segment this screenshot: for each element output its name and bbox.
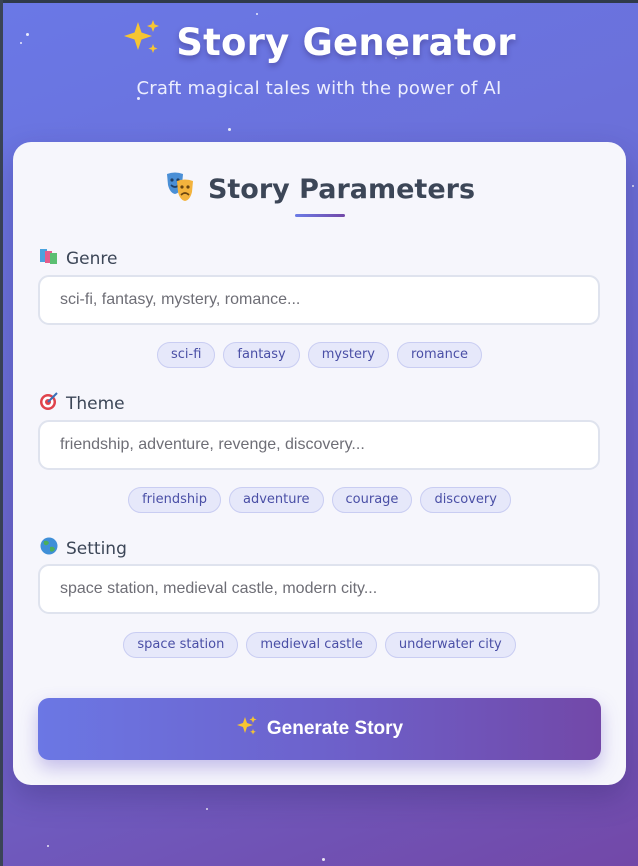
page-title-text: Story Generator [176,20,516,64]
setting-input[interactable] [38,564,600,614]
chip-romance[interactable]: romance [396,342,483,368]
card-title-text: Story Parameters [207,174,476,205]
chip-sci-fi[interactable]: sci-fi [156,342,216,368]
star [228,128,231,131]
chip-mystery[interactable]: mystery [307,342,389,368]
star [322,858,325,861]
generate-story-label: Generate Story [266,718,404,739]
chip-underwater-city[interactable]: underwater city [384,632,516,658]
sparkles-icon [122,18,162,67]
page-title: Story Generator [122,18,516,67]
page-subtitle: Craft magical tales with the power of AI [136,78,502,99]
chip-discovery[interactable]: discovery [420,487,511,513]
chip-medieval-castle[interactable]: medieval castle [246,632,377,658]
target-icon [39,391,59,416]
star [47,845,49,847]
setting-label-text: Setting [66,538,127,559]
page-header: Story Generator Craft magical tales with… [0,18,638,99]
books-icon [39,246,59,271]
setting-label: Setting [39,536,127,561]
globe-icon [39,536,59,561]
star [256,13,258,15]
genre-input[interactable] [38,275,600,325]
chip-fantasy[interactable]: fantasy [223,342,300,368]
setting-chips: space station medieval castle underwater… [13,632,626,658]
theme-label: Theme [39,391,125,416]
theme-label-text: Theme [66,393,125,414]
chip-courage[interactable]: courage [331,487,413,513]
theme-input[interactable] [38,420,600,470]
window-top-border [0,0,638,3]
genre-chips: sci-fi fantasy mystery romance [13,342,626,368]
star [632,185,634,187]
chip-adventure[interactable]: adventure [228,487,324,513]
theme-chips: friendship adventure courage discovery [13,487,626,513]
story-parameters-card: Story Parameters Genre sci-fi fantasy my… [13,142,626,785]
sparkles-icon [236,715,258,743]
card-title: Story Parameters [13,170,626,209]
star [206,808,208,810]
genre-label-text: Genre [66,248,118,269]
genre-label: Genre [39,246,117,271]
generate-story-button[interactable]: Generate Story [38,698,601,760]
theater-masks-icon [164,170,196,209]
title-underline [295,214,345,217]
window-left-border [0,0,3,866]
chip-space-station[interactable]: space station [123,632,239,658]
chip-friendship[interactable]: friendship [128,487,221,513]
